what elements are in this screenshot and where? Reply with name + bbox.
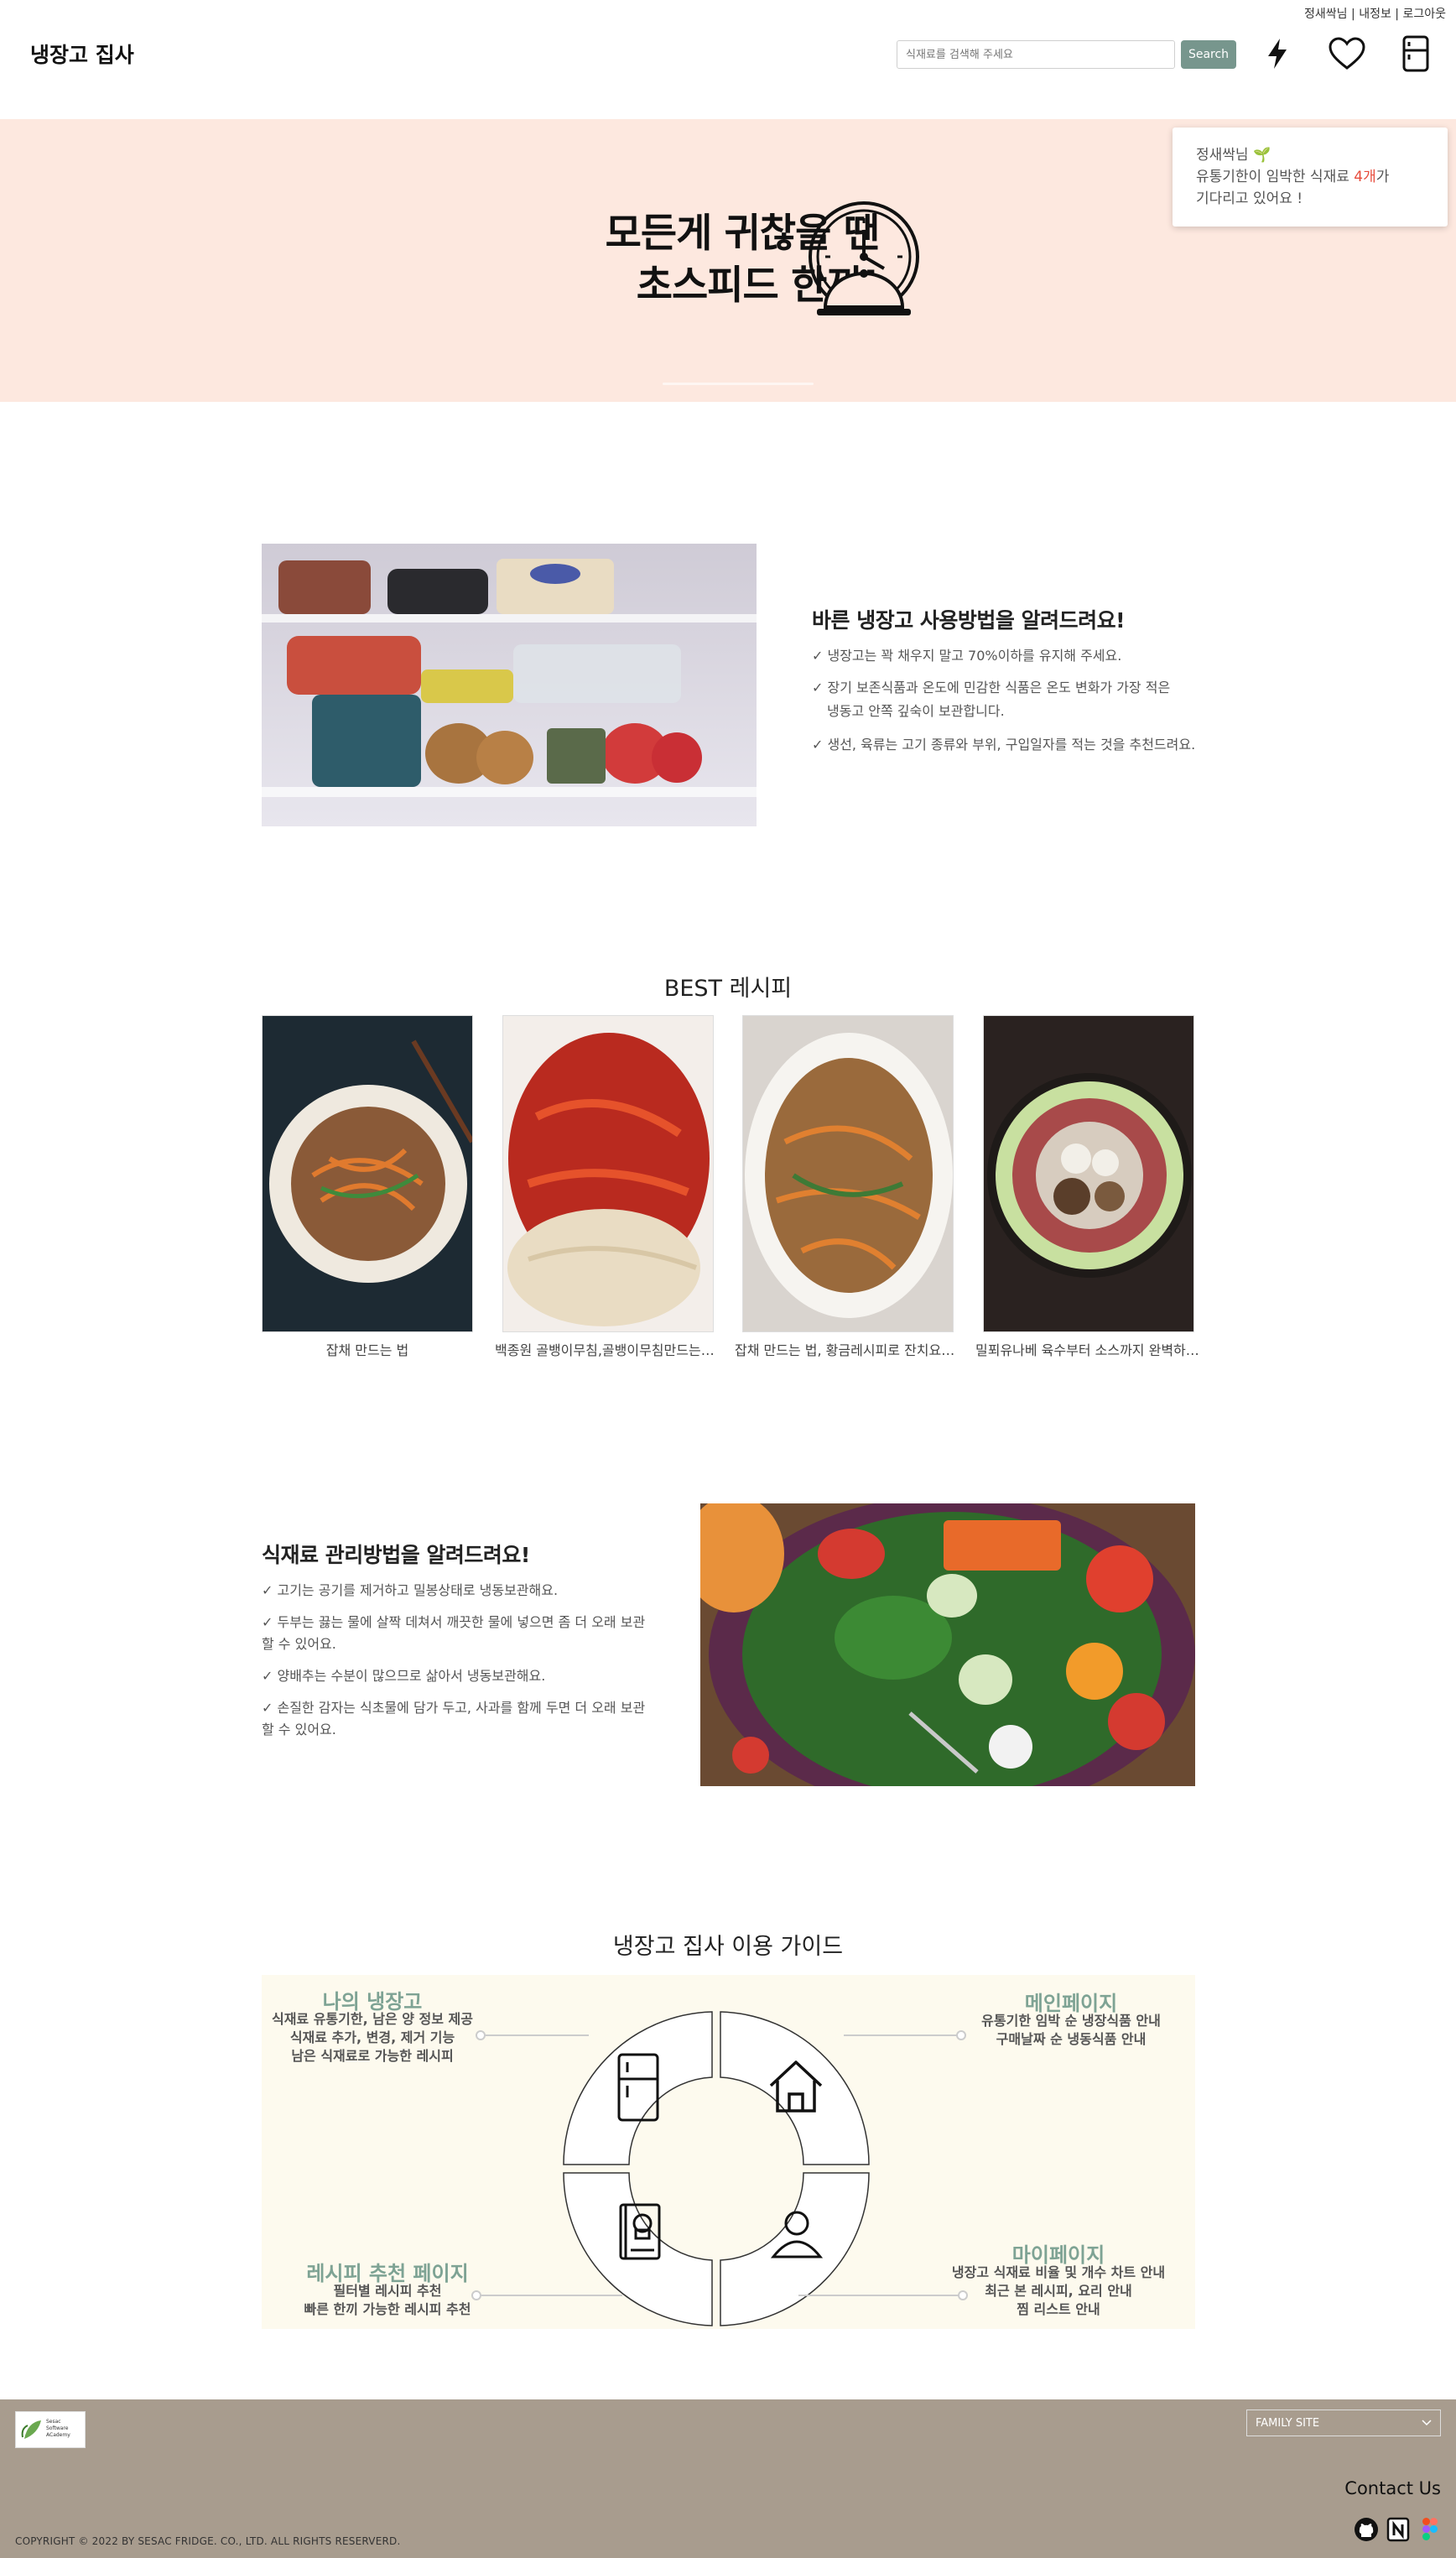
home-icon: [766, 2055, 826, 2116]
hero-title-line1: 모든게 귀찮을 땐: [605, 211, 880, 257]
ingredient-tip: ✓ 손질한 감자는 식초물에 담가 두고, 사과를 함께 두면 더 오래 보관: [262, 1700, 646, 1716]
guide-fridge-line: 식재료 유통기한, 남은 양 정보 제공: [271, 2011, 473, 2027]
fridge-tip: ✓ 장기 보존식품과 온도에 민감한 식품은 온도 변화가 가장 적은: [812, 680, 1171, 696]
toast-count: 4개: [1354, 169, 1376, 185]
brand-logo[interactable]: 냉장고 집사: [30, 39, 134, 69]
toast-line2: 기다리고 있어요 !: [1196, 190, 1303, 207]
ingredient-tip: 할 수 있어요.: [262, 1722, 336, 1737]
guide-recipe-line: 필터별 레시피 추천: [333, 2283, 442, 2299]
figma-icon[interactable]: [1417, 2517, 1443, 2542]
github-icon[interactable]: [1354, 2517, 1379, 2542]
user-icon: [770, 2206, 824, 2260]
ingredient-tip: 할 수 있어요.: [262, 1636, 336, 1652]
fridge-icon: [616, 2052, 663, 2123]
guide-main-line: 유통기한 임박 순 냉장식품 안내: [981, 2013, 1161, 2029]
toast-line1: 유통기한이 임박한 식재료 4개가: [1196, 169, 1390, 185]
recipe-card[interactable]: 백종원 골뱅이무침,골뱅이무침만드는법,골뱅이소면: [495, 1015, 721, 1359]
fridge-icon[interactable]: [1394, 32, 1438, 76]
guide-recipe-line: 빠른 한끼 가능한 레시피 추천: [304, 2301, 471, 2317]
guide-fridge-line: 남은 식재료로 가능한 레시피: [291, 2048, 454, 2064]
ingredient-tip: ✓ 두부는 끓는 물에 살짝 데쳐서 깨끗한 물에 넣으면 좀 더 오래 보관: [262, 1614, 646, 1630]
recipe-thumbnail[interactable]: [502, 1015, 714, 1332]
user-name-link[interactable]: 정새싹님: [1304, 8, 1348, 21]
guide-main-line: 구매날짜 순 냉동식품 안내: [996, 2031, 1147, 2047]
recipe-card[interactable]: 잡채 만드는 법, 황금레시피로 잔치요리 완성: [735, 1015, 961, 1359]
recipe-thumbnail[interactable]: [262, 1015, 473, 1332]
fridge-tip: ✓ 생선, 육류는 고기 종류와 부위, 구입일자를 적는 것을 추천드려요.: [812, 737, 1196, 753]
recipe-thumbnail[interactable]: [983, 1015, 1194, 1332]
heart-icon[interactable]: [1325, 32, 1369, 76]
fridge-tip: 냉동고 안쪽 깊숙이 보관합니다.: [827, 703, 1005, 719]
guide-panel: 나의 냉장고 식재료 유통기한, 남은 양 정보 제공 식재료 추가, 변경, …: [262, 1975, 1195, 2329]
my-info-link[interactable]: 내정보: [1359, 8, 1391, 21]
footer-logo[interactable]: Sesac Software ACademy: [15, 2411, 86, 2448]
search-button[interactable]: Search: [1181, 40, 1236, 69]
search-input[interactable]: [897, 40, 1175, 69]
guide-mypage-line: 최근 본 레시피, 요리 안내: [985, 2283, 1132, 2299]
toast-greeting: 정새싹님 🌱: [1196, 147, 1271, 164]
ingredient-tip: ✓ 고기는 공기를 제거하고 밀봉상태로 냉동보관해요.: [262, 1582, 559, 1598]
best-recipes-title: BEST 레시피: [663, 976, 793, 1002]
guide-mypage-line: 찜 리스트 안내: [1017, 2301, 1100, 2317]
logout-link[interactable]: 로그아웃: [1402, 8, 1446, 21]
notion-icon[interactable]: [1386, 2517, 1411, 2542]
ingredient-tip: ✓ 양배추는 수분이 많으므로 삶아서 냉동보관해요.: [262, 1668, 546, 1684]
fridge-tips-title: 바른 냉장고 사용방법을 알려드려요!: [812, 608, 1126, 633]
guide-mypage-line: 냉장고 식재료 비율 및 개수 차트 안내: [951, 2264, 1166, 2280]
chevron-down-icon: [1422, 2417, 1432, 2430]
footer-social-icons: [1354, 2517, 1443, 2542]
family-site-label: FAMILY SITE: [1256, 2416, 1320, 2430]
family-site-select[interactable]: FAMILY SITE: [1246, 2410, 1441, 2436]
hero-title-line2: 초스피드 한끼!: [636, 263, 880, 309]
recipe-book-icon: [616, 2201, 663, 2262]
expiry-notification: 정새싹님 🌱 유통기한이 임박한 식재료 4개가 기다리고 있어요 !: [1173, 128, 1448, 227]
contact-us-link[interactable]: Contact Us: [1344, 2478, 1441, 2498]
cloche-clock-icon: [800, 198, 928, 326]
salad-photo: [700, 1503, 1195, 1786]
recipe-title[interactable]: 밀푀유나베 육수부터 소스까지 완벽하게 만들기: [975, 1339, 1202, 1359]
recipe-card[interactable]: 밀푀유나베 육수부터 소스까지 완벽하게 만들기: [975, 1015, 1202, 1359]
recipe-title[interactable]: 잡채 만드는 법, 황금레시피로 잔치요리 완성: [735, 1339, 961, 1359]
user-bar: 정새싹님 | 내정보 | 로그아웃: [1304, 8, 1446, 21]
guide-fridge-line: 식재료 추가, 변경, 제거 기능: [289, 2029, 455, 2045]
fridge-tip: ✓ 냉장고는 꽉 채우지 말고 70%이하를 유지해 주세요.: [812, 648, 1122, 664]
hero-title: 모든게 귀찮을 땐 초스피드 한끼!: [0, 208, 880, 312]
fridge-photo: [262, 544, 757, 826]
hero-pagination[interactable]: [663, 383, 814, 385]
copyright: COPYRIGHT © 2022 BY SESAC FRIDGE. CO., L…: [15, 2535, 401, 2547]
recipe-title[interactable]: 잡채 만드는 법: [254, 1339, 481, 1359]
ingredient-tips-title: 식재료 관리방법을 알려드려요!: [262, 1543, 530, 1567]
lightning-icon[interactable]: [1256, 32, 1299, 76]
footer-logo-text: Sesac Software ACademy: [46, 2419, 70, 2438]
recipe-card[interactable]: 잡채 만드는 법: [262, 1015, 473, 1359]
guide-title: 냉장고 집사 이용 가이드: [612, 1934, 844, 1960]
footer: Sesac Software ACademy FAMILY SITE Conta…: [0, 2399, 1456, 2558]
recipe-thumbnail[interactable]: [742, 1015, 954, 1332]
recipe-title[interactable]: 백종원 골뱅이무침,골뱅이무침만드는법,골뱅이소면: [495, 1339, 721, 1359]
